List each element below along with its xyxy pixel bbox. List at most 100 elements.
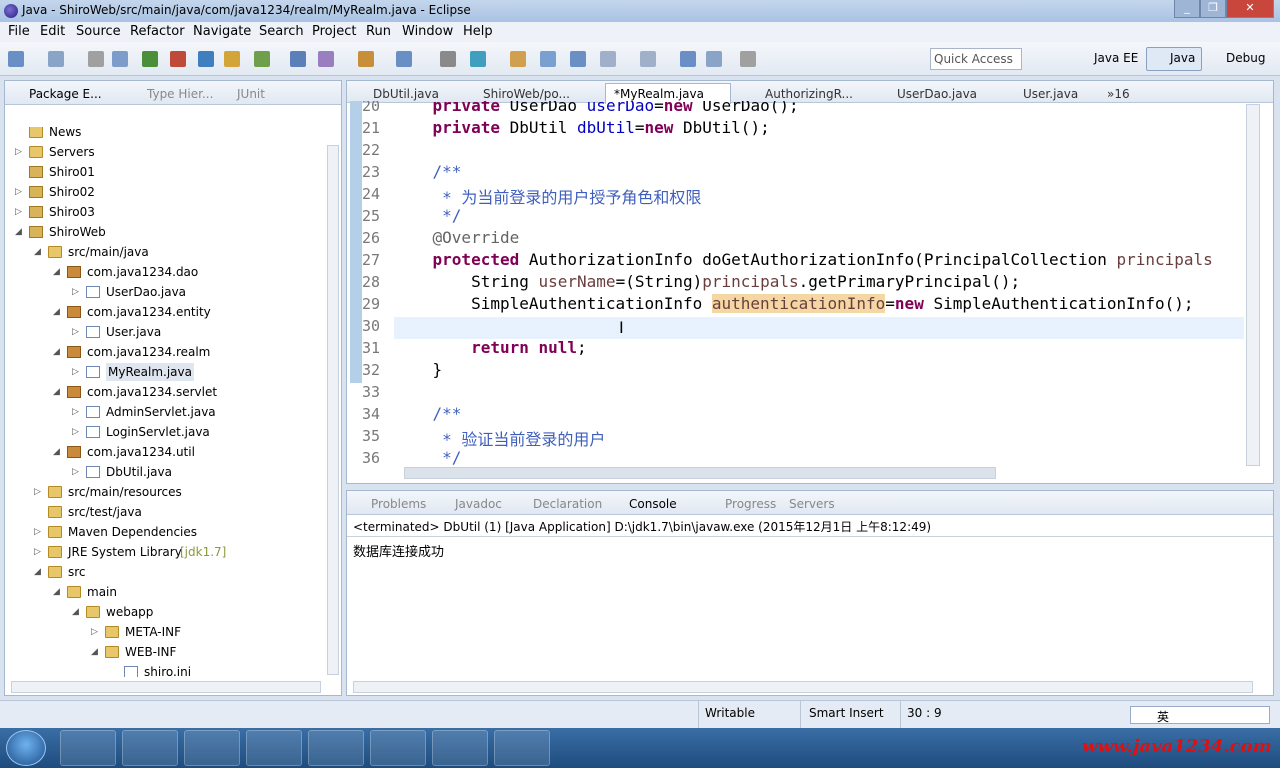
taskbar-camtasia-recorder-icon[interactable] xyxy=(246,730,302,766)
toolbar-button[interactable] xyxy=(8,51,24,67)
code-line[interactable]: private UserDao userDao=new UserDao(); xyxy=(394,101,799,115)
toolbar-button[interactable] xyxy=(318,51,334,67)
tree-expand-icon[interactable]: ◢ xyxy=(34,243,41,261)
toolbar-button[interactable] xyxy=(540,51,556,67)
menu-window[interactable]: Window xyxy=(402,24,453,39)
tab-progress[interactable]: Progress xyxy=(725,497,776,511)
toolbar-button[interactable] xyxy=(510,51,526,67)
toolbar-button[interactable] xyxy=(706,51,722,67)
code-line[interactable]: return null; xyxy=(394,338,587,357)
tree-expand-icon[interactable]: ◢ xyxy=(53,303,60,321)
taskbar-eclipse-icon[interactable] xyxy=(308,730,364,766)
menu-refactor[interactable]: Refactor xyxy=(130,24,185,39)
tab-declaration[interactable]: Declaration xyxy=(533,497,602,511)
tree-item[interactable]: ◢ com.java1234.servlet xyxy=(5,383,325,401)
taskbar-chrome-icon[interactable] xyxy=(494,730,550,766)
tree-expand-icon[interactable]: ▷ xyxy=(34,523,41,541)
tree-expand-icon[interactable]: ◢ xyxy=(91,643,98,661)
tree-expand-icon[interactable]: ◢ xyxy=(53,343,60,361)
code-line[interactable]: protected AuthorizationInfo doGetAuthori… xyxy=(394,250,1213,269)
tree-item[interactable]: shiro.ini xyxy=(5,663,325,677)
tab-type-hierarchy[interactable]: Type Hier... xyxy=(147,87,213,101)
menu-file[interactable]: File xyxy=(8,24,30,39)
perspective-debug[interactable]: Debug xyxy=(1226,51,1265,65)
tree-expand-icon[interactable]: ◢ xyxy=(53,383,60,401)
tree-item[interactable]: ◢ com.java1234.util xyxy=(5,443,325,461)
tree-item[interactable]: ▷ Shiro03 xyxy=(5,203,325,221)
toolbar-button[interactable] xyxy=(680,51,696,67)
code-line[interactable]: SimpleAuthenticationInfo authenticationI… xyxy=(394,294,1194,313)
tree-vertical-scrollbar[interactable] xyxy=(327,145,339,675)
toolbar-button[interactable] xyxy=(224,51,240,67)
tree-expand-icon[interactable]: ▷ xyxy=(72,323,79,341)
menu-source[interactable]: Source xyxy=(76,24,121,39)
menu-edit[interactable]: Edit xyxy=(40,24,65,39)
tree-expand-icon[interactable]: ▷ xyxy=(72,363,79,381)
toolbar-button[interactable] xyxy=(470,51,486,67)
tree-expand-icon[interactable]: ◢ xyxy=(53,263,60,281)
code-line[interactable]: */ xyxy=(394,448,461,467)
taskbar-camtasia-icon[interactable] xyxy=(122,730,178,766)
tree-item[interactable]: src/test/java xyxy=(5,503,325,521)
toolbar-button[interactable] xyxy=(570,51,586,67)
code-editor[interactable]: 20 private UserDao userDao=new UserDao()… xyxy=(348,101,1245,467)
editor-tabs-overflow[interactable]: »16 xyxy=(1107,87,1130,101)
tree-item[interactable]: ▷ Servers xyxy=(5,143,325,161)
ime-toolbar[interactable]: 英 xyxy=(1130,706,1270,724)
tab-console[interactable]: Console xyxy=(629,497,677,511)
taskbar-word-icon[interactable] xyxy=(184,730,240,766)
editor-tab[interactable]: DbUtil.java xyxy=(373,87,439,101)
toolbar-button[interactable] xyxy=(142,51,158,67)
tree-item[interactable]: ◢ WEB-INF xyxy=(5,643,325,661)
menu-project[interactable]: Project xyxy=(312,24,356,39)
tree-item[interactable]: ◢ com.java1234.entity xyxy=(5,303,325,321)
tree-item[interactable]: News xyxy=(5,127,325,141)
editor-tab[interactable]: User.java xyxy=(1023,87,1078,101)
tree-item[interactable]: ▷ Shiro02 xyxy=(5,183,325,201)
perspective-java-ee[interactable]: Java EE xyxy=(1094,51,1138,65)
tree-expand-icon[interactable]: ▷ xyxy=(34,543,41,561)
editor-horizontal-scrollbar[interactable] xyxy=(404,467,996,479)
tree-expand-icon[interactable]: ▷ xyxy=(15,203,22,221)
editor-vertical-scrollbar[interactable] xyxy=(1246,104,1260,466)
tree-item[interactable]: ◢ main xyxy=(5,583,325,601)
maximize-button[interactable]: ❐ xyxy=(1200,0,1226,18)
tree-item[interactable]: ◢ src xyxy=(5,563,325,581)
code-line[interactable]: } xyxy=(394,360,443,379)
taskbar-mysql-icon[interactable] xyxy=(370,730,426,766)
tab-problems[interactable]: Problems xyxy=(371,497,426,511)
tree-item[interactable]: ▷ META-INF xyxy=(5,623,325,641)
menu-run[interactable]: Run xyxy=(366,24,391,39)
tree-expand-icon[interactable]: ◢ xyxy=(34,563,41,581)
toolbar-button[interactable] xyxy=(358,51,374,67)
tree-item[interactable]: ◢ webapp xyxy=(5,603,325,621)
ime-language[interactable]: 英 xyxy=(1157,708,1169,725)
code-line[interactable]: * 验证当前登录的用户 xyxy=(394,426,605,450)
code-line[interactable]: @Override xyxy=(394,228,520,247)
tree-expand-icon[interactable]: ▷ xyxy=(15,183,22,201)
toolbar-button[interactable] xyxy=(640,51,656,67)
code-line[interactable]: */ xyxy=(394,206,461,225)
menu-help[interactable]: Help xyxy=(463,24,493,39)
tree-expand-icon[interactable]: ▷ xyxy=(72,463,79,481)
toolbar-button[interactable] xyxy=(254,51,270,67)
console-horizontal-scrollbar[interactable] xyxy=(353,681,1253,693)
tree-expand-icon[interactable]: ▷ xyxy=(91,623,98,641)
taskbar-app-icon[interactable] xyxy=(60,730,116,766)
code-line[interactable]: /** xyxy=(394,404,462,423)
tree-item[interactable]: ▷ MyRealm.java xyxy=(5,363,325,381)
start-button[interactable] xyxy=(6,730,46,766)
tree-item[interactable]: ▷ LoginServlet.java xyxy=(5,423,325,441)
toolbar-button[interactable] xyxy=(48,51,64,67)
toolbar-button[interactable] xyxy=(396,51,412,67)
toolbar-button[interactable] xyxy=(740,51,756,67)
close-window-button[interactable]: ✕ xyxy=(1226,0,1274,18)
tab-servers[interactable]: Servers xyxy=(789,497,835,511)
tree-expand-icon[interactable]: ▷ xyxy=(72,423,79,441)
tree-expand-icon[interactable]: ▷ xyxy=(34,483,41,501)
code-line[interactable]: /** xyxy=(394,162,462,181)
tree-item[interactable]: ▷ User.java xyxy=(5,323,325,341)
toolbar-button[interactable] xyxy=(112,51,128,67)
tree-item[interactable]: ▷ Maven Dependencies xyxy=(5,523,325,541)
code-line[interactable]: String userName=(String)principals.getPr… xyxy=(394,272,1020,291)
